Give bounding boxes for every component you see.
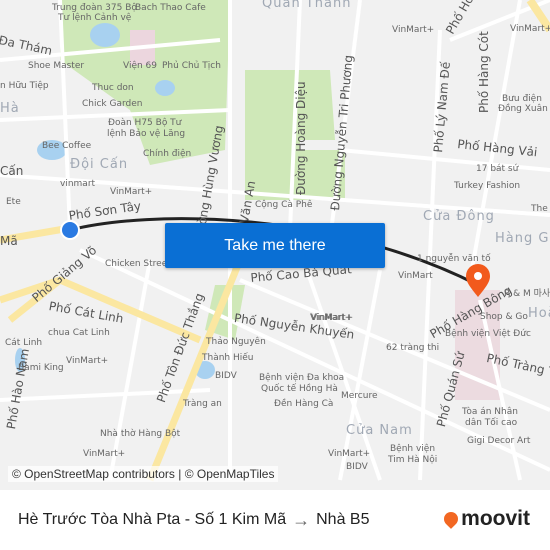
poi-label: VinMart+: [83, 449, 126, 459]
poi-label: BIDV: [346, 462, 368, 472]
poi-label: Đền Hàng Cà: [274, 399, 334, 409]
poi-label: R & M 마사지: [504, 289, 550, 299]
poi-label: Gigi Decor Art: [467, 436, 531, 446]
poi-label: chua Cat Linh: [48, 328, 110, 338]
area-label: Hà: [0, 101, 20, 116]
poi-label: lệnh Bảo vệ Lăng: [107, 129, 186, 139]
poi-label: dân Tối cao: [465, 418, 518, 428]
poi-label: Bưu điện: [502, 94, 542, 104]
map-attribution[interactable]: © OpenStreetMap contributors | © OpenMap…: [8, 466, 279, 482]
poi-label: Đoàn H75 Bộ Tư: [108, 118, 182, 128]
area-label: Hàng Ga: [495, 231, 550, 246]
poi-label: Mercure: [341, 391, 378, 401]
poi-label: VinMart: [398, 271, 433, 281]
poi-label: Bach Thao Cafe: [135, 3, 206, 13]
poi-label: Turkey Fashion: [454, 181, 521, 191]
poi-label: Shoe Master: [28, 61, 85, 71]
poi-label: 17 bát sứ: [476, 164, 519, 174]
poi-label: Tim Hà Nội: [388, 455, 438, 465]
map[interactable]: Trung đoàn 375 Bộ Tư lệnh Cảnh vệ Bach Tha…: [0, 0, 550, 490]
area-label: Cửa Đông: [423, 209, 495, 224]
poi-label: Quốc tế Hồng Hà: [261, 384, 338, 394]
poi-label: Đồng Xuân: [498, 104, 548, 114]
poi-label: 62 tràng thi: [386, 343, 440, 353]
poi-label: vinmart: [60, 179, 96, 189]
poi-label: VinMart+: [66, 356, 109, 366]
poi-label: Chính điện: [143, 149, 192, 159]
poi-label: BIDV: [215, 371, 237, 381]
poi-label: Nhà thờ Hàng Bột: [100, 429, 181, 439]
moovit-pin-icon: [441, 509, 462, 529]
poi-label: Chick Garden: [82, 99, 143, 109]
poi-label: n Hữu Tiệp: [0, 81, 49, 91]
poi-label: Ete: [6, 197, 21, 207]
poi-label: 1 nguyễn văn tố: [417, 254, 491, 264]
street-label: Đường Hoàng Diệu: [294, 81, 308, 195]
poi-label: VinMart+: [392, 25, 435, 35]
poi-label: The Cafe: [531, 204, 550, 214]
poi-label: VinMart+: [328, 449, 371, 459]
poi-label: Bee Coffee: [42, 141, 92, 151]
moovit-wordmark: moovit: [461, 507, 530, 530]
poi-label: Phủ Chủ Tịch: [162, 61, 221, 71]
area-label: Cửa Nam: [346, 423, 413, 438]
poi-label: Cát Linh: [5, 338, 43, 348]
poi-label: Thảo Nguyên: [206, 337, 266, 347]
poi-label: Shop & Go: [480, 312, 528, 322]
poi-label: Tư lệnh Cảnh vệ: [58, 13, 132, 23]
poi-label: Bệnh viện Đa khoa: [259, 373, 345, 383]
street-label: Mã: [0, 234, 18, 248]
origin-name: Hè Trước Tòa Nhà Pta - Số 1 Kim Mã: [18, 511, 287, 528]
poi-label: Tòa án Nhân: [462, 407, 518, 417]
footer-bar: Hè Trước Tòa Nhà Pta - Số 1 Kim Mã → Nhà…: [0, 490, 550, 550]
poi-label: VinMart+: [510, 24, 550, 34]
poi-label: Trung đoàn 375 Bộ: [52, 3, 137, 13]
poi-label: VinMart+: [310, 313, 353, 323]
area-label: Hoà: [528, 306, 550, 321]
poi-label: VinMart+: [110, 187, 153, 197]
area-label: Quán Thánh: [262, 0, 352, 11]
route-summary: Hè Trước Tòa Nhà Pta - Số 1 Kim Mã → Nhà…: [18, 510, 369, 531]
street-label: Cấn: [0, 164, 24, 178]
poi-label: Cộng Cà Phê: [255, 200, 313, 210]
arrow-right-icon: →: [292, 509, 311, 530]
poi-label: Thành Hiếu: [202, 353, 254, 363]
poi-label: Bệnh viện: [390, 444, 436, 454]
poi-label: Thuc don: [92, 83, 134, 93]
poi-label: Bệnh viện Việt Đức: [445, 329, 531, 339]
poi-label: Viện 69: [123, 61, 158, 71]
area-label: Đội Cấn: [70, 157, 129, 172]
destination-name: Nhà B5: [316, 511, 370, 528]
moovit-logo[interactable]: moovit: [441, 507, 530, 531]
origin-marker: [60, 220, 80, 240]
poi-label: Tràng an: [183, 399, 222, 409]
poi-label: Chicken Street: [105, 259, 171, 269]
take-me-there-button[interactable]: Take me there: [165, 223, 385, 268]
street-label: Phố Hàng Cót: [477, 31, 491, 113]
